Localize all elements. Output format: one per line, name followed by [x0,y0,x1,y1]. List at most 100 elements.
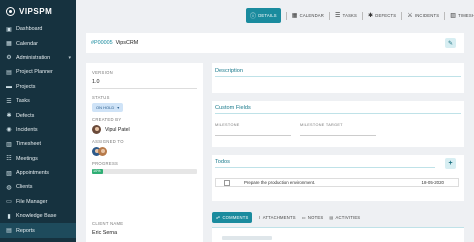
sidebar-item-label: Dashboard [16,26,43,33]
paperclip-icon: ⌇ [258,214,261,220]
book-icon: ▮ [7,213,11,220]
tab-activities[interactable]: ▤ ACTIVITIES [329,212,360,223]
timesheet-icon: ▥ [6,141,12,148]
milestone-label: MILESTONE [215,123,240,127]
sidebar-item-label: Appointments [16,170,49,177]
sidebar-item-calendar[interactable]: ▦ Calendar [0,36,76,50]
sidebar-item-label: Timesheet [16,141,41,148]
custom-fields-section: Custom Fields MILESTONE MILESTONE TARGET [212,101,464,147]
brand[interactable]: VIPSPM [0,0,76,22]
todo-date: 18-05-2020 [421,180,444,185]
tab-label: INCIDENTS [414,13,440,18]
project-tabs: ⓘ DETAILS ▦ CALENDAR ☰ TASKS ✱ DEFECTS ⚔ INCIDENT… [246,8,474,23]
sidebar-item-timesheet[interactable]: ▥ Timesheet [0,137,76,151]
sidebar-item-file-manager[interactable]: ▭ File Manager [0,195,76,209]
plus-icon: + [448,160,453,167]
sidebar-item-label: Tasks [16,98,30,105]
milestone-field[interactable]: MILESTONE [215,122,291,136]
tab-incidents[interactable]: ⚔ INCIDENTS [407,9,439,22]
calendar-icon: ▦ [6,41,12,48]
tab-divider [401,11,403,20]
progress-bar: 10% [92,169,197,174]
sidebar-item-label: Calendar [16,40,38,47]
tasks-icon: ☰ [335,13,341,19]
sidebar-item-tasks[interactable]: ☰ Tasks [0,94,76,108]
tab-tasks[interactable]: ☰ TASKS [335,9,357,22]
tab-label: DEFECTS [375,13,397,18]
status-value: ON HOLD [96,105,115,110]
project-details-panel: VERSION 1.0 STATUS ON HOLD ▾ CREATED BY … [86,63,203,242]
tab-divider [444,11,446,20]
avatar [92,125,101,134]
timesheet-icon: ▥ [450,13,457,19]
notes-icon: ▭ [301,214,306,220]
sidebar-item-appointments[interactable]: ▧ Appointments [0,166,76,180]
status-select[interactable]: ON HOLD ▾ [92,103,124,112]
sidebar: VIPSPM ▣ Dashboard ▦ Calendar ⚙ Administratio… [0,0,76,242]
sidebar-item-knowledge-base[interactable]: ▮ Knowledge Base [0,209,76,223]
tab-label: TASKS [342,13,358,18]
todo-checkbox[interactable] [224,179,230,186]
tab-divider [329,11,331,20]
sidebar-item-administration[interactable]: ⚙ Administration ▾ [0,51,76,65]
calendar-icon: ▦ [291,13,298,19]
milestone-target-field[interactable]: MILESTONE TARGET [300,122,376,136]
version-value: 1.0 [92,79,197,89]
sidebar-item-label: Clients [16,184,33,191]
avatar[interactable] [98,147,107,156]
sidebar-item-dashboard[interactable]: ▣ Dashboard [0,22,76,36]
comments-icon: ☍ [216,214,221,220]
bug-icon: ✱ [368,13,374,19]
incident-icon: ⚔ [407,13,413,19]
tab-defects[interactable]: ✱ DEFECTS [368,9,396,22]
tab-label: ATTACHMENTS [262,214,296,220]
sidebar-item-defects[interactable]: ✱ Defects [0,108,76,122]
edit-button[interactable]: ✎ [445,38,456,48]
tab-divider [285,11,287,20]
tab-divider [362,11,364,20]
todos-section: Todos + Prepare the production environme… [212,155,464,201]
sidebar-item-label: Administration [16,54,51,61]
tab-label: COMMENTS [222,214,249,220]
sidebar-item-projects[interactable]: ▬ Projects [0,80,76,94]
created-by-name: Vipul Patel [105,126,130,133]
folder-icon: ▬ [6,83,12,90]
tab-timesheet[interactable]: ▥TIMESHEET [450,9,474,22]
list-item: Prepare the production environment. 18-0… [215,178,459,187]
chevron-down-icon: ▾ [117,105,120,110]
sidebar-item-meetings[interactable]: ☷ Meetings [0,152,76,166]
bug-icon: ✱ [6,113,12,120]
milestone-target-label: MILESTONE TARGET [300,123,343,127]
sidebar-item-label: Defects [16,112,35,119]
add-todo-button[interactable]: + [445,158,456,169]
reports-icon: ▤ [6,228,12,235]
edit-icon: ✎ [447,40,454,47]
created-by: Vipul Patel [92,125,197,134]
tab-calendar[interactable]: ▦ CALENDAR [292,9,324,22]
sidebar-item-project-planner[interactable]: ▤ Project Planner [0,65,76,79]
todo-text: Prepare the production environment. [244,180,316,185]
todos-title: Todos [215,159,435,168]
cog-icon: ⚙ [6,55,12,62]
planner-icon: ▤ [6,69,12,76]
sidebar-item-label: Incidents [16,126,38,133]
comment-placeholder [222,236,272,240]
dashboard-icon: ▣ [6,26,12,33]
tab-attachments[interactable]: ⌇ ATTACHMENTS [258,212,295,223]
incident-icon: ◉ [6,127,12,134]
sidebar-item-clients[interactable]: ◍ Clients [0,180,76,194]
sidebar-item-label: File Manager [16,198,48,205]
project-header: #P00005 VipsCRM ✎ [86,33,464,53]
clients-icon: ◍ [6,184,12,191]
project-code: #P00005 [91,40,113,46]
file-icon: ▭ [6,199,12,206]
tab-comments[interactable]: ☍ COMMENTS [212,211,253,223]
logo-icon [6,6,15,16]
tab-details[interactable]: ⓘ DETAILS [246,8,281,23]
custom-fields-title: Custom Fields [215,105,461,114]
tab-notes[interactable]: ▭ NOTES [302,212,324,223]
sidebar-item-reports[interactable]: ▤ Reports [0,223,76,238]
sidebar-item-incidents[interactable]: ◉ Incidents [0,123,76,137]
version-label: VERSION [92,70,113,75]
description-section: Description [212,63,464,93]
